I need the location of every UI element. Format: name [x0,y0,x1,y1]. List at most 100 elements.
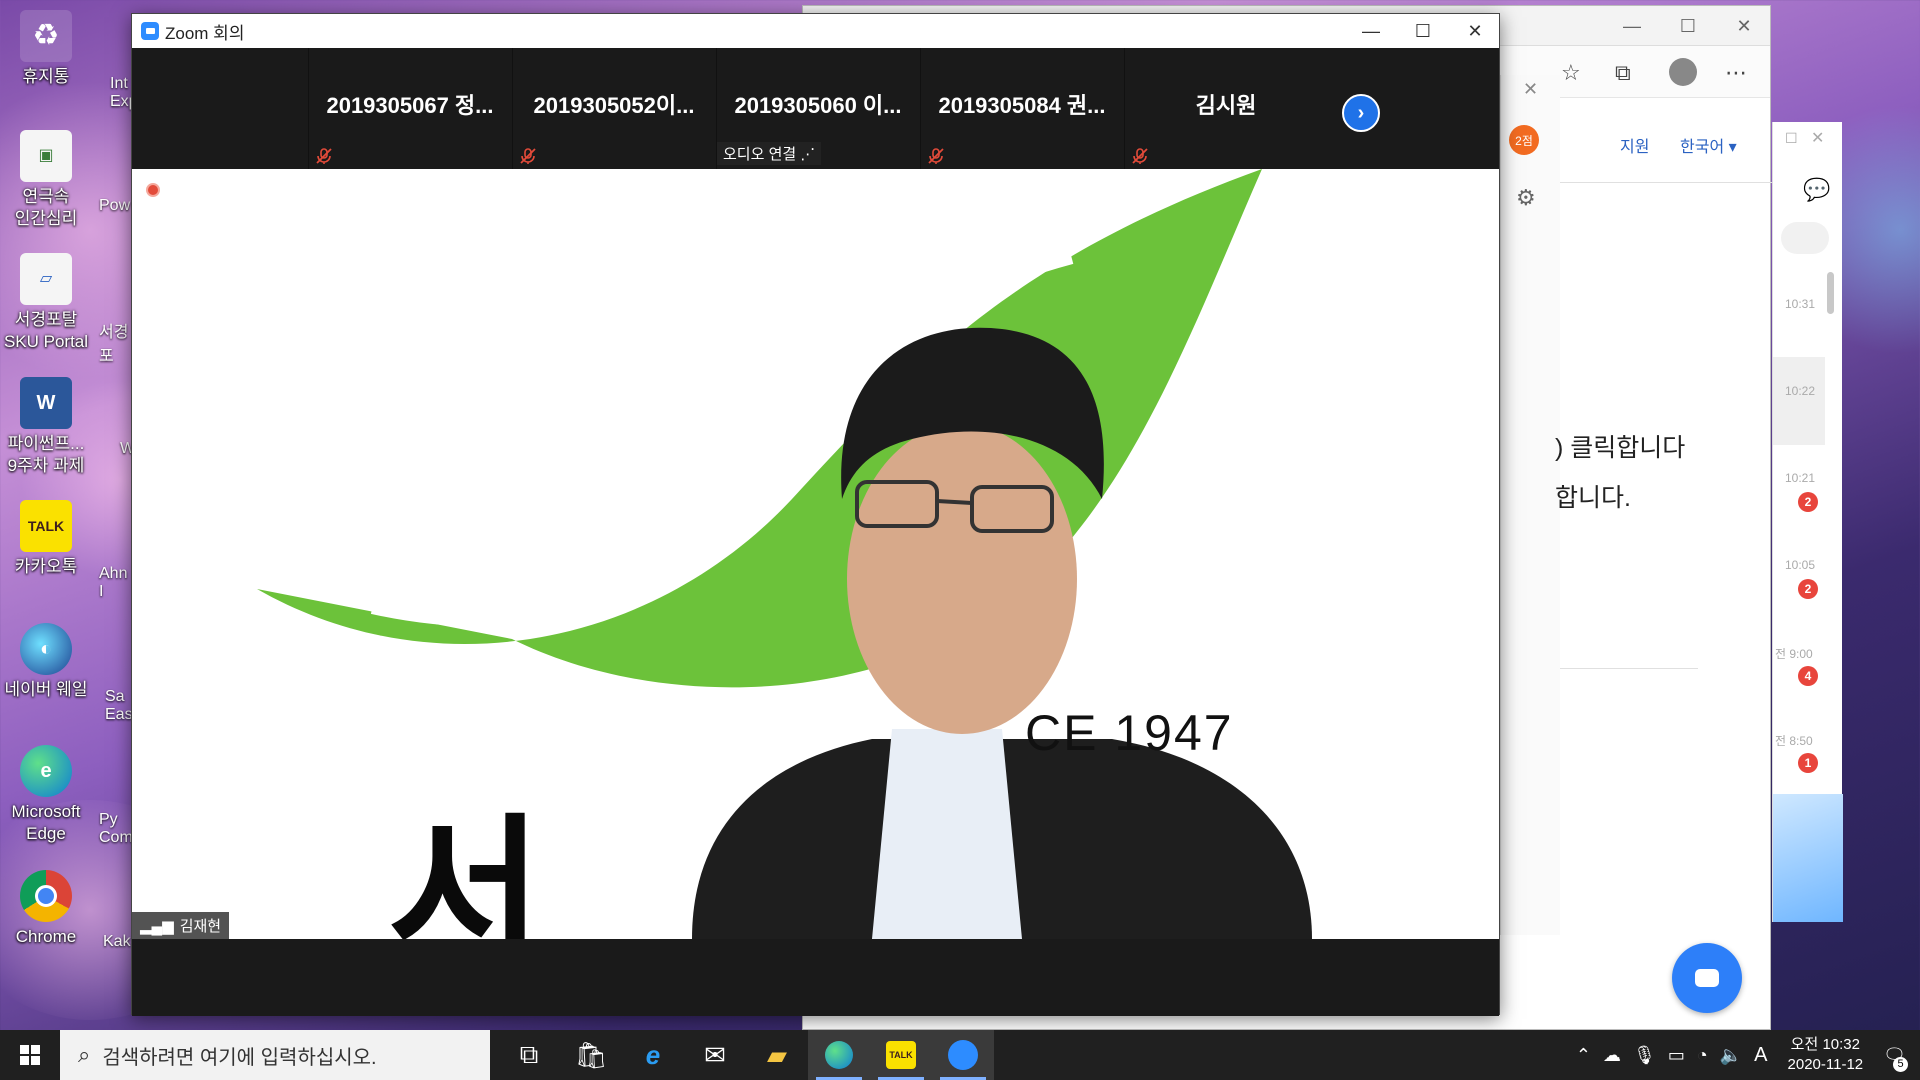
taskbar-zoom[interactable] [932,1030,994,1080]
onedrive-icon[interactable]: ☁ [1603,1045,1621,1066]
zoom-titlebar[interactable]: Zoom 회의 — ☐ ✕ [132,14,1499,48]
video-background-hangul: 서 [387,799,544,939]
desktop-icon-label: Microsoft Edge [11,802,81,843]
taskbar-file-explorer[interactable]: ▰ [746,1030,808,1080]
help-instruction-line-2: 합니다. [1555,484,1631,512]
chat-search-field[interactable] [1781,222,1829,254]
participant-tile[interactable]: 김시원 [1124,48,1327,169]
notification-count: 5 [1893,1056,1908,1072]
video-background-text: CE 1947 [1025,705,1234,761]
chat-panel-restore-icon[interactable]: ☐ [1785,130,1798,147]
notification-badge[interactable]: 2점 [1509,125,1539,155]
desktop-icon-sku-portal[interactable]: ▱ 서경포탈 SKU Portal [0,253,94,353]
taskbar-mail[interactable]: ✉ [684,1030,746,1080]
taskbar-kakaotalk[interactable]: TALK [870,1030,932,1080]
unread-badge: 2 [1798,579,1818,599]
clock-date: 2020-11-12 [1787,1056,1864,1073]
zoom-window-title: Zoom 회의 [165,23,245,43]
whale-browser-icon: ◐ [20,623,72,675]
recording-indicator-icon [146,183,160,197]
desktop-icon-partial-pycharm[interactable]: Py Com [99,811,133,847]
desktop-icon-partial-powerpoint[interactable]: Pow [99,197,130,215]
speaker-name-tag: ▂▄▆ 김재현 [132,912,230,939]
taskbar-edge[interactable] [808,1030,870,1080]
desktop-icon-drama-psychology[interactable]: ▣ 연극속 인간심리 [0,130,94,230]
desktop-icon-partial-seokyeong[interactable]: 서경 포 [99,318,128,366]
desktop-icon-partial-samsung[interactable]: Sa Eas [105,688,133,724]
more-icon[interactable]: ⋯ [1725,60,1747,86]
unread-badge: 2 [1798,492,1818,512]
participant-tile[interactable]: 2019305060 이... 오디오 연결 ⋰ [716,48,919,169]
zoom-meeting-window[interactable]: Zoom 회의 — ☐ ✕ 2019305067 정... 2019305052… [131,13,1500,1016]
action-center-icon[interactable]: 🗨 5 [1883,1045,1908,1072]
participant-name: 2019305052이... [533,93,695,118]
system-tray: ⌃ ☁ 🎙 ▭ ◔ 🔈 A 오전 10:32 2020-11-12 🗨 5 [1570,1030,1920,1080]
chat-time: 10:31 [1785,297,1816,311]
favorites-icon[interactable]: ☆ [1561,60,1581,86]
desktop-icon-chrome[interactable]: Chrome [0,870,94,948]
task-view-button[interactable]: ⧉ [498,1030,560,1080]
chat-time: 전 9:00 [1775,647,1813,661]
muted-microphone-icon [520,148,536,164]
taskbar-clock[interactable]: 오전 10:32 2020-11-12 [1788,1035,1864,1075]
unread-badge: 4 [1798,666,1818,686]
zoom-maximize-button[interactable]: ☐ [1397,14,1449,48]
side-panel-close-icon[interactable]: ✕ [1523,79,1538,100]
side-panel: ✕ 2점 ⚙ [1500,75,1560,935]
new-chat-icon[interactable]: 💬 [1803,177,1830,203]
show-hidden-icons-chevron-icon[interactable]: ⌃ [1576,1045,1591,1066]
desktop-icon-kakaotalk[interactable]: TALK 카카오톡 [0,500,94,578]
zoom-logo-icon [141,22,159,40]
desktop-icon-microsoft-edge[interactable]: e Microsoft Edge [0,745,94,845]
chat-time: 전 8:50 [1775,734,1813,748]
chat-scrollbar[interactable] [1827,272,1834,314]
desktop-icon-partial-kakao[interactable]: Kak [103,933,131,951]
browser-maximize-button[interactable]: ☐ [1659,6,1717,46]
chat-bubble-icon [1695,969,1719,987]
battery-icon[interactable]: ▭ [1668,1045,1685,1066]
taskbar-store[interactable]: 🛍 [560,1030,622,1080]
chat-time: 10:22 [1785,384,1816,398]
chevron-right-icon: › [1357,101,1365,124]
chat-item-selected[interactable] [1773,357,1825,445]
desktop-icon-recycle-bin[interactable]: ♻ 휴지통 [0,10,94,88]
taskbar-search-box[interactable]: ⌕ 검색하려면 여기에 입력하십시오. [60,1030,490,1080]
muted-microphone-icon [928,148,944,164]
search-icon: ⌕ [78,1042,91,1067]
browser-close-button[interactable]: ✕ [1715,6,1773,46]
participant-tile[interactable]: 2019305052이... [512,48,715,169]
taskbar-internet-explorer[interactable]: e [622,1030,684,1080]
edge-icon: e [20,745,72,797]
language-select[interactable]: 한국어 ▾ [1680,133,1737,157]
support-link[interactable]: 지원 [1620,133,1649,157]
desktop-icon-partial-ahnlab[interactable]: Ahn I [99,565,127,601]
speaker-name: 김재현 [179,918,222,935]
desktop-icon-label: 카카오톡 [14,557,78,576]
document-icon: ▣ [20,130,72,182]
collections-icon[interactable]: ⧉ [1615,60,1631,86]
participant-tile[interactable]: 2019305084 권... [920,48,1123,169]
participant-tile[interactable]: 2019305067 정... [308,48,511,169]
zoom-close-button[interactable]: ✕ [1449,14,1501,48]
chrome-icon [20,870,72,922]
start-button[interactable] [0,1030,60,1080]
ime-indicator[interactable]: A [1754,1044,1767,1067]
clock-time: 오전 10:32 [1790,1036,1860,1053]
desktop-icon-naver-whale[interactable]: ◐ 네이버 웨일 [0,623,94,701]
microphone-icon[interactable]: 🎙 [1633,1045,1656,1066]
signal-strength-icon: ▂▄▆ [140,917,174,935]
zoom-minimize-button[interactable]: — [1345,14,1397,48]
help-divider [1560,182,1772,183]
profile-icon[interactable] [1669,58,1697,86]
desktop-icon-python-assignment[interactable]: W 파이썬프... 9주차 과제 [0,377,94,477]
chat-panel-close-icon[interactable]: ✕ [1811,128,1824,148]
chat-support-button[interactable] [1672,943,1742,1013]
volume-icon[interactable]: 🔈 [1720,1045,1742,1066]
next-participants-button[interactable]: › [1342,94,1380,132]
browser-minimize-button[interactable]: — [1603,6,1661,46]
chat-panel-footer [1773,794,1843,922]
desktop-icon-label: 휴지통 [22,67,70,86]
wifi-icon[interactable]: ◔ [1697,1045,1708,1066]
active-speaker-video[interactable]: CE 1947 서 ▂▄▆ 김재현 [132,169,1499,939]
gear-icon[interactable]: ⚙ [1516,185,1536,211]
